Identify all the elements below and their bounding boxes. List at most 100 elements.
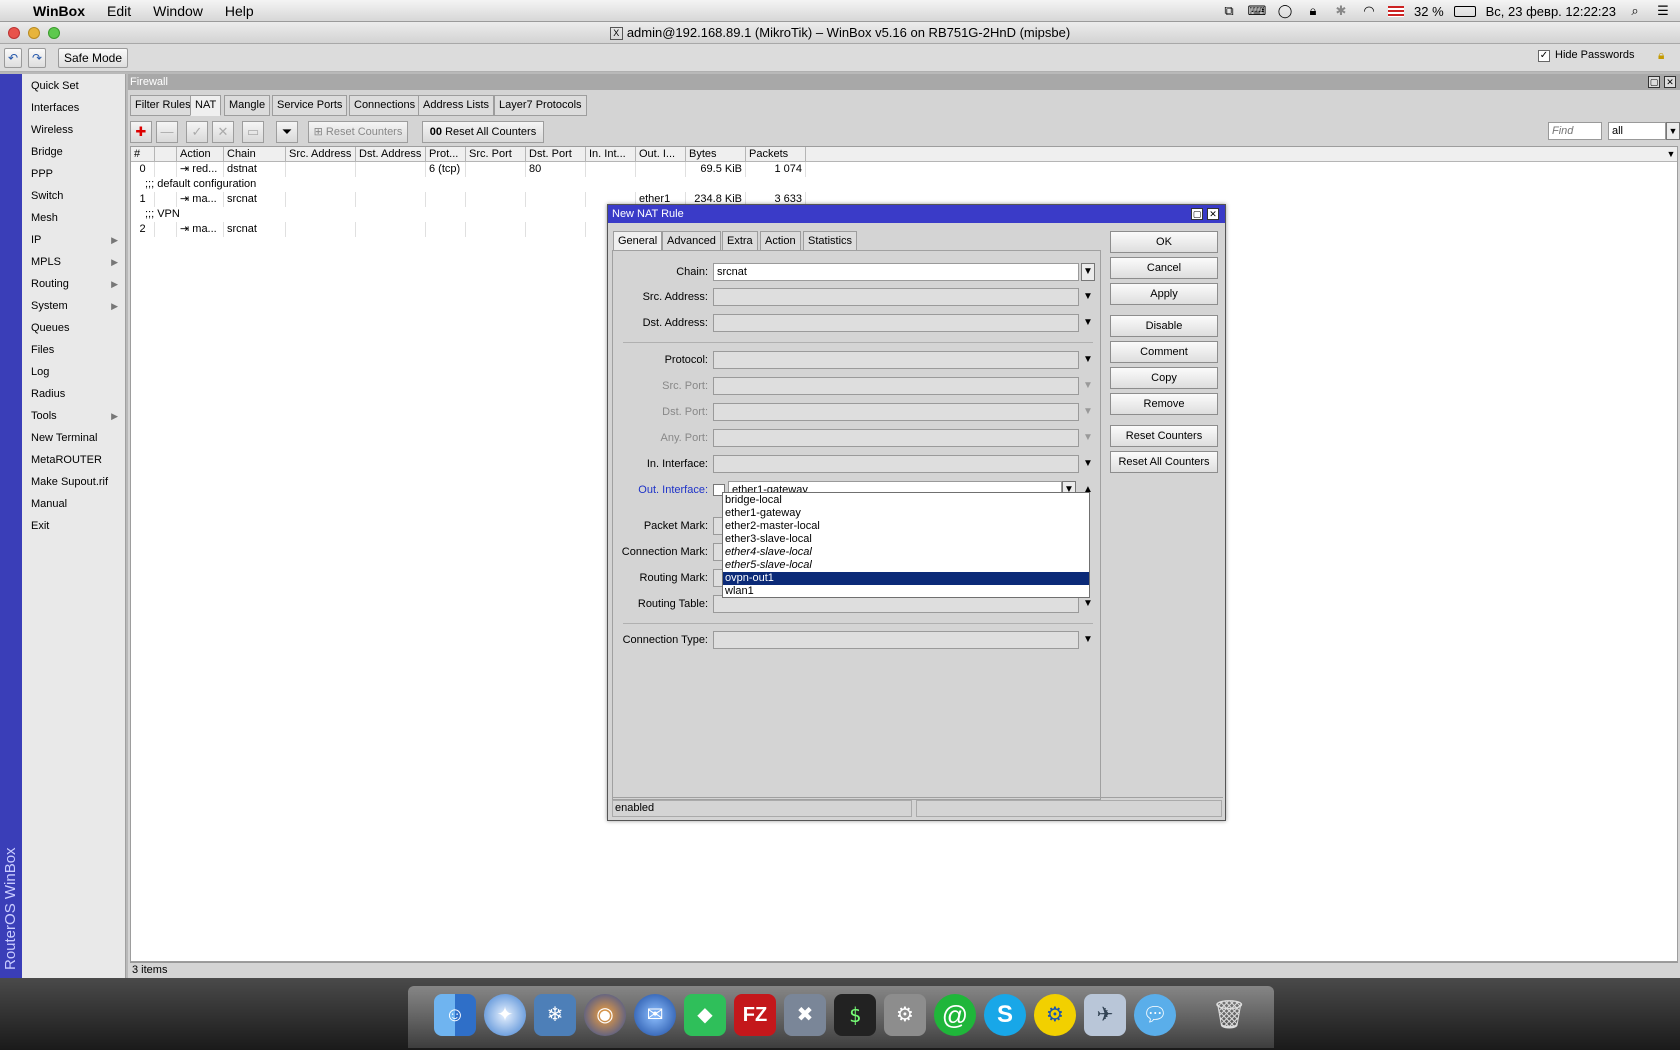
tab-advanced[interactable]: Advanced	[662, 231, 721, 251]
col-dst-address[interactable]: Dst. Address	[356, 147, 426, 162]
bluetooth-icon[interactable]: ✱	[1332, 3, 1350, 19]
close-icon[interactable]: ✕	[1207, 208, 1219, 220]
filter-button[interactable]: ⏷	[276, 121, 298, 143]
filezilla-icon[interactable]: FZ	[734, 994, 776, 1036]
hide-passwords-checkbox[interactable]: ✓	[1538, 50, 1550, 62]
tab-service-ports[interactable]: Service Ports	[272, 95, 348, 116]
col-chain[interactable]: Chain	[224, 147, 286, 162]
reset-counters-button[interactable]: ⊞ Reset Counters	[308, 121, 408, 143]
sidebar-item-wireless[interactable]: Wireless	[22, 120, 126, 140]
option-wlan1[interactable]: wlan1	[723, 585, 1089, 598]
option-ether2-master-local[interactable]: ether2-master-local	[723, 520, 1089, 533]
col-dst-port[interactable]: Dst. Port	[526, 147, 586, 162]
sidebar-item-metarouter[interactable]: MetaROUTER	[22, 450, 126, 470]
terminal-icon[interactable]: $	[834, 994, 876, 1036]
undo-button[interactable]: ↶	[4, 48, 22, 68]
sidebar-item-quick-set[interactable]: Quick Set	[22, 76, 126, 96]
apply-button[interactable]: Apply	[1110, 283, 1218, 305]
tab-general[interactable]: General	[613, 231, 663, 251]
in-interface-expand-icon[interactable]: ▼	[1081, 455, 1095, 473]
reset-all-counters-button[interactable]: Reset All Counters	[1110, 451, 1218, 473]
cancel-button[interactable]: Cancel	[1110, 257, 1218, 279]
col-packets[interactable]: Packets	[746, 147, 806, 162]
protocol-field[interactable]	[713, 351, 1079, 369]
comment-row[interactable]: ;;; default configuration	[131, 177, 1679, 192]
option-ovpn-out1[interactable]: ovpn-out1	[723, 572, 1089, 585]
disable-button[interactable]: ✕	[212, 121, 234, 143]
enable-button[interactable]: ✓	[186, 121, 208, 143]
preview-icon[interactable]: ❄	[534, 994, 576, 1036]
maximize-icon[interactable]: ▢	[1648, 76, 1660, 88]
close-window-icon[interactable]	[8, 27, 20, 39]
screen-sharing-icon[interactable]: ⧉	[1220, 3, 1238, 19]
col-action[interactable]: Action	[177, 147, 224, 162]
menu-window[interactable]: Window	[142, 0, 214, 22]
dst-address-expand-icon[interactable]: ▼	[1081, 314, 1095, 332]
table-row[interactable]: 0 ⇥ red... dstnat 6 (tcp) 80 69.5 KiB 1 …	[131, 162, 1679, 177]
tab-action[interactable]: Action	[760, 231, 801, 251]
find-input[interactable]	[1548, 122, 1602, 140]
filter-dropdown-icon[interactable]: ▼	[1666, 122, 1680, 140]
zoom-window-icon[interactable]	[48, 27, 60, 39]
chat-icon[interactable]: ◯	[1276, 3, 1294, 19]
sidebar-item-log[interactable]: Log	[22, 362, 126, 382]
add-button[interactable]: ✚	[130, 121, 152, 143]
comment-button[interactable]: ▭	[242, 121, 264, 143]
sidebar-item-radius[interactable]: Radius	[22, 384, 126, 404]
trash-icon[interactable]: 🗑︎	[1208, 994, 1250, 1036]
close-icon[interactable]: ✕	[1664, 76, 1676, 88]
messages-icon[interactable]: 💬︎	[1134, 994, 1176, 1036]
firefox-icon[interactable]: ◉	[584, 994, 626, 1036]
tab-address-lists[interactable]: Address Lists	[418, 95, 495, 116]
option-ether1-gateway[interactable]: ether1-gateway	[723, 507, 1089, 520]
disable-button[interactable]: Disable	[1110, 315, 1218, 337]
mail-stamp-icon[interactable]: ✈	[1084, 994, 1126, 1036]
col-src-port[interactable]: Src. Port	[466, 147, 526, 162]
col-bytes[interactable]: Bytes	[686, 147, 746, 162]
keyboard-icon[interactable]: ⌨	[1248, 3, 1267, 19]
tab-statistics[interactable]: Statistics	[803, 231, 858, 251]
redo-button[interactable]: ↷	[28, 48, 46, 68]
remove-button[interactable]: Remove	[1110, 393, 1218, 415]
battery-icon[interactable]	[1453, 5, 1476, 17]
tab-connections[interactable]: Connections	[349, 95, 421, 116]
reset-all-counters-button[interactable]: 00 Reset All Counters	[422, 121, 544, 143]
sidebar-item-make-supout[interactable]: Make Supout.rif	[22, 472, 126, 492]
tab-filter-rules[interactable]: Filter Rules	[130, 95, 196, 116]
sidebar-item-routing[interactable]: Routing ▶	[22, 274, 126, 294]
sidebar-item-manual[interactable]: Manual	[22, 494, 126, 514]
option-bridge-local[interactable]: bridge-local	[723, 494, 1089, 507]
sidebar-item-new-terminal[interactable]: New Terminal	[22, 428, 126, 448]
sidebar-item-ip[interactable]: IP ▶	[22, 230, 126, 250]
col-flags[interactable]	[155, 147, 177, 162]
clock[interactable]: Вс, 23 февр. 12:22:23	[1486, 4, 1616, 19]
menu-help[interactable]: Help	[214, 0, 265, 22]
maximize-icon[interactable]: ▢	[1191, 208, 1203, 220]
thunderbird-icon[interactable]: ✉	[634, 994, 676, 1036]
ftp-icon[interactable]: ⚙	[1034, 994, 1076, 1036]
app-menu[interactable]: WinBox	[22, 0, 96, 22]
col-out-interface[interactable]: Out. I...	[636, 147, 686, 162]
col-in-interface[interactable]: In. Int...	[586, 147, 636, 162]
option-ether4-slave-local[interactable]: ether4-slave-local	[723, 546, 1089, 559]
minimize-window-icon[interactable]	[28, 27, 40, 39]
option-ether3-slave-local[interactable]: ether3-slave-local	[723, 533, 1089, 546]
spotlight-icon[interactable]: ⌕	[1626, 3, 1644, 19]
cube-icon[interactable]: ◆	[684, 994, 726, 1036]
flag-icon[interactable]	[1388, 5, 1404, 17]
columns-menu-icon[interactable]: ▼	[1665, 147, 1677, 162]
sidebar-item-switch[interactable]: Switch	[22, 186, 126, 206]
connection-type-field[interactable]	[713, 631, 1079, 649]
finder-icon[interactable]: ☺	[434, 994, 476, 1036]
in-interface-field[interactable]	[713, 455, 1079, 473]
system-preferences-icon[interactable]: ⚙	[884, 994, 926, 1036]
safari-icon[interactable]: ✦	[484, 994, 526, 1036]
col-src-address[interactable]: Src. Address	[286, 147, 356, 162]
menu-edit[interactable]: Edit	[96, 0, 142, 22]
sidebar-item-interfaces[interactable]: Interfaces	[22, 98, 126, 118]
dst-address-field[interactable]	[713, 314, 1079, 332]
lock-icon[interactable]: 🔒︎	[1304, 3, 1322, 19]
protocol-expand-icon[interactable]: ▼	[1081, 351, 1095, 369]
col-number[interactable]: #	[131, 147, 155, 162]
mail-icon[interactable]: @	[934, 994, 976, 1036]
